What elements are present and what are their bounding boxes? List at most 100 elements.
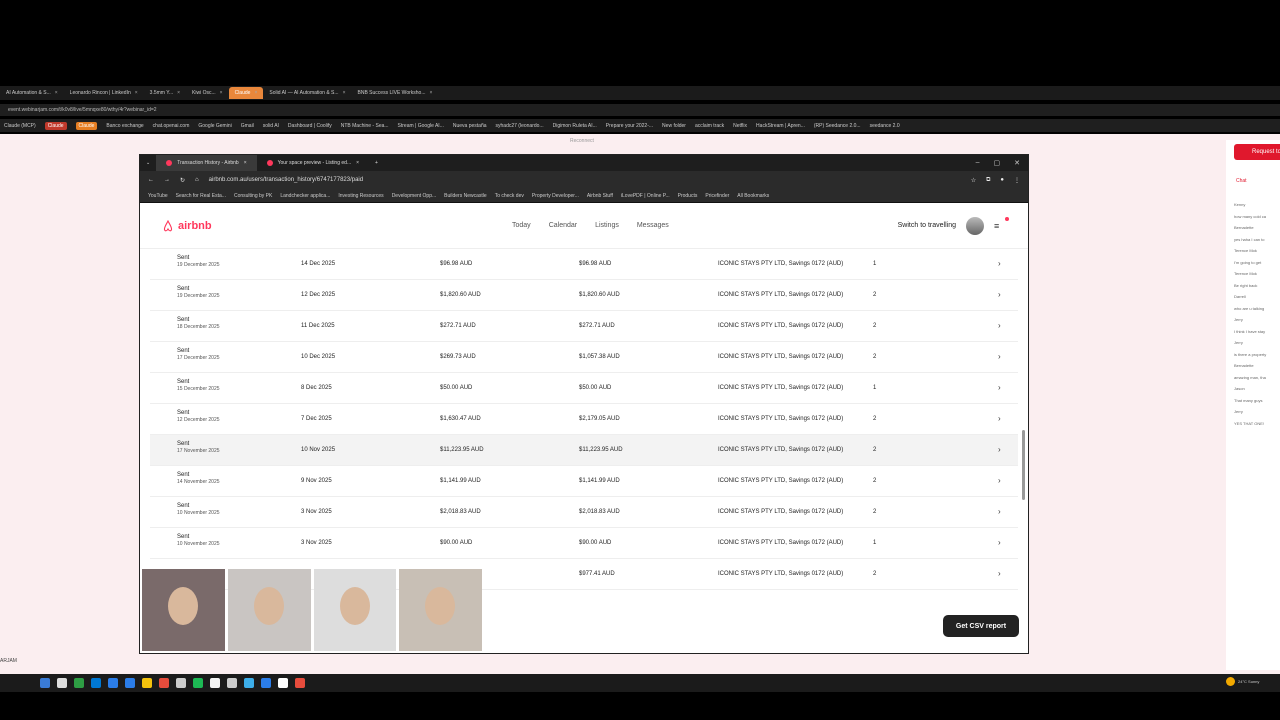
chevron-right-icon[interactable]: › xyxy=(998,321,1001,330)
chevron-right-icon[interactable]: › xyxy=(998,383,1001,392)
outer-tab[interactable]: Kiwi Osc... × xyxy=(186,87,229,99)
bookmark-item[interactable]: Development Opp... xyxy=(392,193,436,199)
bookmark-item[interactable]: seedance 2.0 xyxy=(870,123,900,129)
bookmark-item[interactable]: Airbnb Stuff xyxy=(587,193,613,199)
table-row[interactable]: Sent 17 December 2025 10 Dec 2025 $269.73 A… xyxy=(150,342,1018,373)
bookmark-item[interactable]: iLovePDF | Online P... xyxy=(621,193,670,199)
maximize-icon[interactable]: ▢ xyxy=(994,159,1001,167)
outer-tab[interactable]: Claude × xyxy=(228,87,264,99)
chevron-right-icon[interactable]: › xyxy=(998,445,1001,454)
bookmark-item[interactable]: Products xyxy=(678,193,698,199)
request-button[interactable]: Request to xyxy=(1234,144,1280,160)
table-row[interactable]: Sent 19 December 2025 14 Dec 2025 $96.98 AU… xyxy=(150,249,1018,280)
reload-icon[interactable]: ↻ xyxy=(180,177,185,184)
bookmark-item[interactable]: Builders Newcastle xyxy=(444,193,487,199)
extensions-icon[interactable]: ⧉ xyxy=(986,177,990,184)
taskbar-app-icon[interactable] xyxy=(244,678,254,688)
bookmark-item[interactable]: Nueva pestaña xyxy=(453,123,487,129)
minimize-icon[interactable]: – xyxy=(976,159,980,167)
taskbar-app-icon[interactable] xyxy=(74,678,84,688)
bookmark-item[interactable]: All Bookmarks xyxy=(737,193,769,199)
close-tab-icon[interactable]: × xyxy=(135,90,138,96)
chevron-right-icon[interactable]: › xyxy=(998,290,1001,299)
table-row[interactable]: Sent 17 November 2025 10 Nov 2025 $11,223.9… xyxy=(150,435,1018,466)
taskbar-app-icon[interactable] xyxy=(227,678,237,688)
close-tab-icon[interactable]: × xyxy=(254,90,257,96)
scrollbar[interactable] xyxy=(1022,270,1025,600)
taskbar-app-icon[interactable] xyxy=(278,678,288,688)
bookmark-item[interactable]: Landchecker applica... xyxy=(280,193,330,199)
forward-icon[interactable]: → xyxy=(164,177,170,183)
bookmark-item[interactable]: Property Developer... xyxy=(532,193,579,199)
table-row[interactable]: Sent 14 November 2025 9 Nov 2025 $1,141.99 … xyxy=(150,466,1018,497)
chevron-right-icon[interactable]: › xyxy=(998,569,1001,578)
bookmark-item[interactable]: chat.openai.com xyxy=(153,123,190,129)
inner-tab[interactable]: Transaction History - Airbnb × xyxy=(156,155,257,171)
switch-to-travelling-link[interactable]: Switch to travelling xyxy=(898,222,956,229)
tab-search-icon[interactable]: ⌄ xyxy=(146,160,150,166)
bookmark-item[interactable]: Stream | Google AI... xyxy=(398,123,444,129)
table-row[interactable]: Sent 19 December 2025 12 Dec 2025 $1,820.60… xyxy=(150,280,1018,311)
outer-tab[interactable]: Solid AI — AI Automation & S... × xyxy=(263,87,351,99)
home-icon[interactable]: ⌂ xyxy=(195,177,199,183)
star-icon[interactable]: ☆ xyxy=(971,177,976,184)
taskbar-app-icon[interactable] xyxy=(125,678,135,688)
airbnb-logo[interactable]: airbnb xyxy=(162,219,212,232)
chat-tab[interactable]: Chat xyxy=(1236,178,1247,184)
table-row[interactable]: Sent 10 November 2025 3 Nov 2025 $2,018.83 … xyxy=(150,497,1018,528)
table-row[interactable]: Sent 10 November 2025 3 Nov 2025 $90.00 AUD… xyxy=(150,528,1018,559)
bookmark-item[interactable]: Pricefinder xyxy=(705,193,729,199)
close-icon[interactable]: ✕ xyxy=(1014,159,1020,167)
nav-link-today[interactable]: Today xyxy=(512,222,531,229)
bookmark-item[interactable]: solid AI xyxy=(263,123,279,129)
taskbar-app-icon[interactable] xyxy=(108,678,118,688)
avatar[interactable] xyxy=(966,216,984,235)
bookmark-item[interactable]: Digimon Ruleta AI... xyxy=(553,123,597,129)
close-tab-icon[interactable]: × xyxy=(356,160,359,166)
taskbar-app-icon[interactable] xyxy=(295,678,305,688)
taskbar-app-icon[interactable] xyxy=(40,678,50,688)
bookmark-item[interactable]: Netflix xyxy=(733,123,747,129)
chevron-right-icon[interactable]: › xyxy=(998,507,1001,516)
close-tab-icon[interactable]: × xyxy=(430,90,433,96)
taskbar-app-icon[interactable] xyxy=(159,678,169,688)
kebab-menu-icon[interactable]: ⋮ xyxy=(1014,177,1020,184)
bookmark-item[interactable]: Banco exchange xyxy=(106,123,143,129)
close-tab-icon[interactable]: × xyxy=(343,90,346,96)
outer-tab[interactable]: 3.5mm Y... × xyxy=(144,87,186,99)
chevron-right-icon[interactable]: › xyxy=(998,538,1001,547)
bookmark-item[interactable]: Investing Resources xyxy=(338,193,383,199)
table-row[interactable]: Sent 18 December 2025 11 Dec 2025 $272.71 A… xyxy=(150,311,1018,342)
bookmark-item[interactable]: Google Gemini xyxy=(198,123,231,129)
hamburger-menu-icon[interactable]: ≡ xyxy=(994,216,1009,232)
outer-tab[interactable]: Leonardo Rincon | LinkedIn × xyxy=(64,87,144,99)
bookmark-item[interactable]: New folder xyxy=(662,123,686,129)
bookmark-item[interactable]: HackStream | Apren... xyxy=(756,123,805,129)
nav-link-listings[interactable]: Listings xyxy=(595,222,619,229)
get-csv-report-button[interactable]: Get CSV report xyxy=(943,615,1019,637)
outer-tab[interactable]: BNB Success LIVE Worksho... × xyxy=(352,87,439,99)
taskbar-app-icon[interactable] xyxy=(210,678,220,688)
outer-address-bar[interactable]: event.webinarjam.com/t/k0v8/live/5mnqxe8… xyxy=(0,104,1280,116)
bookmark-item[interactable]: Search for Real Esta... xyxy=(176,193,226,199)
bookmark-item[interactable]: acclaim track xyxy=(695,123,724,129)
chevron-right-icon[interactable]: › xyxy=(998,414,1001,423)
scrollbar-thumb[interactable] xyxy=(1022,430,1025,500)
bookmark-item[interactable]: YouTube xyxy=(148,193,168,199)
close-tab-icon[interactable]: × xyxy=(220,90,223,96)
close-tab-icon[interactable]: × xyxy=(177,90,180,96)
chevron-right-icon[interactable]: › xyxy=(998,352,1001,361)
bookmark-item[interactable]: Claude (MCP) xyxy=(4,123,36,129)
inner-tab[interactable]: Your space preview - Listing ed... × xyxy=(257,155,369,171)
new-tab-button[interactable]: + xyxy=(375,160,378,166)
bookmark-item[interactable]: NTB Machine - Sea... xyxy=(341,123,389,129)
chevron-right-icon[interactable]: › xyxy=(998,259,1001,268)
taskbar-app-icon[interactable] xyxy=(142,678,152,688)
inner-url-field[interactable]: airbnb.com.au/users/transaction_history/… xyxy=(208,177,961,183)
bookmark-item[interactable]: syhadc27 (leonardo... xyxy=(496,123,544,129)
bookmark-item[interactable]: Dashboard | Coolify xyxy=(288,123,332,129)
bookmark-item[interactable]: To check dev xyxy=(495,193,524,199)
taskbar-app-icon[interactable] xyxy=(91,678,101,688)
taskbar-app-icon[interactable] xyxy=(261,678,271,688)
reconnect-label[interactable]: Reconnect xyxy=(570,138,594,144)
